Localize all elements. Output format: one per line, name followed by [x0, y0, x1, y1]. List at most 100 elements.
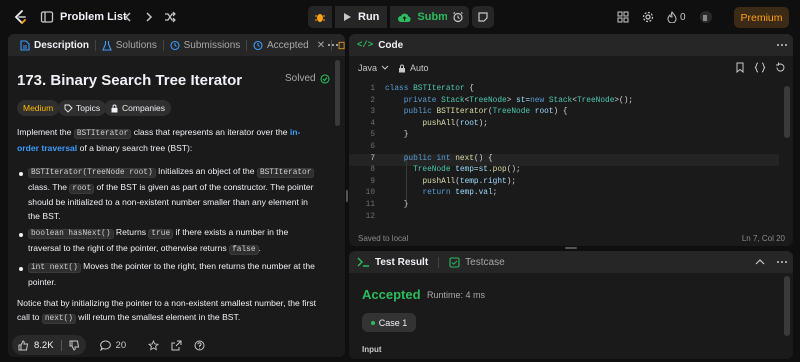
language-label: Java: [358, 63, 378, 73]
line-number: 4: [370, 119, 375, 128]
bullet-dot: [19, 233, 23, 237]
chevron-down-icon: [381, 65, 389, 70]
horizontal-resize-handle[interactable]: [565, 247, 577, 249]
case-1-button[interactable]: Case 1: [362, 313, 416, 332]
input-label: Input: [362, 345, 382, 354]
vertical-resize-handle[interactable]: [346, 190, 348, 202]
more-options-icon[interactable]: [327, 40, 339, 50]
history-icon: [253, 40, 263, 50]
avatar[interactable]: [700, 11, 712, 23]
code-brackets-icon: </>: [357, 40, 374, 50]
layout-grid-icon[interactable]: [617, 11, 629, 23]
close-icon[interactable]: ✕: [317, 40, 325, 51]
companies-label: Companies: [122, 103, 165, 113]
inline-code: int next(): [28, 263, 81, 273]
difficulty-label: Medium: [23, 103, 54, 113]
code-header-label: Code: [378, 39, 404, 51]
chevron-left-icon[interactable]: [121, 10, 135, 24]
line-number: 2: [370, 96, 375, 105]
fire-streak-icon[interactable]: [667, 11, 677, 23]
tab-solutions[interactable]: Solutions: [96, 34, 163, 56]
text: class. The: [28, 181, 70, 192]
result-panel: Test Result Testcase Input: [349, 251, 793, 359]
notes-button[interactable]: [472, 6, 494, 28]
star-icon[interactable]: [148, 339, 160, 351]
comment-count: 20: [115, 339, 127, 351]
streak-count: 0: [680, 12, 686, 23]
text: Initializes an object of the: [155, 166, 257, 176]
line-number: 12: [365, 212, 375, 221]
description-scrollbar[interactable]: [335, 60, 340, 126]
leetcode-logo-icon[interactable]: [12, 9, 28, 25]
tab-description[interactable]: Description: [14, 34, 95, 56]
lock-icon: [399, 64, 405, 72]
problem-intro: Implement the BSTIterator class that rep…: [17, 126, 313, 155]
line-number: 10: [365, 189, 375, 198]
tab-label: Test Result: [375, 256, 429, 268]
note-icon: [478, 12, 488, 22]
inline-code: next(): [41, 313, 76, 324]
bookmark-icon[interactable]: [735, 62, 745, 73]
history-icon: [170, 40, 180, 50]
tab-accepted[interactable]: Accepted ✕: [247, 34, 331, 56]
gear-icon[interactable]: [642, 11, 654, 23]
checkbox-icon: [449, 256, 460, 268]
problem-list-label[interactable]: Problem List: [60, 11, 127, 23]
premium-label: Premium: [740, 11, 783, 24]
shuffle-icon[interactable]: [163, 10, 177, 24]
tab-test-result[interactable]: Test Result: [357, 257, 428, 268]
thumbs-up-icon[interactable]: [18, 339, 29, 351]
more-options-icon[interactable]: [776, 257, 788, 267]
line-number: 6: [370, 143, 375, 151]
thumbs-down-icon[interactable]: [69, 340, 80, 351]
lock-icon: [111, 104, 118, 112]
tab-label: Submissions: [183, 39, 241, 51]
result-tab-bar: Test Result Testcase: [349, 251, 793, 273]
verdict-label: Accepted: [362, 287, 421, 302]
play-icon: [344, 13, 351, 21]
auto-mode-toggle[interactable]: Auto: [398, 63, 429, 73]
bullet-item-next: int next() Moves the pointer to the righ…: [28, 260, 316, 289]
code-scrollbar[interactable]: [784, 86, 790, 138]
code-editor[interactable]: 1 class BSTIterator { 2 private Stack<Tre…: [349, 84, 793, 224]
difficulty-badge[interactable]: Medium: [17, 100, 60, 116]
line-number: 1: [370, 85, 375, 93]
run-button[interactable]: Run: [335, 6, 388, 28]
reset-icon[interactable]: [775, 62, 786, 73]
chevron-up-icon[interactable]: [755, 258, 765, 266]
debug-button[interactable]: [308, 6, 332, 28]
comment-icon[interactable]: [99, 340, 112, 351]
help-circle-icon[interactable]: [194, 340, 205, 351]
result-scrollbar[interactable]: [784, 276, 790, 336]
solved-status: Solved: [285, 73, 330, 84]
premium-button[interactable]: Premium: [734, 7, 789, 28]
line-number: 5: [370, 131, 375, 140]
alarm-clock-icon: [453, 12, 463, 23]
cloud-upload-icon: [398, 13, 411, 22]
like-count: 8.2K: [34, 339, 54, 351]
case-label: Case 1: [378, 317, 408, 328]
tab-submissions[interactable]: Submissions: [164, 34, 247, 56]
bullet-dot: [19, 267, 23, 271]
save-status: Saved to local: [358, 234, 409, 243]
topics-chip[interactable]: Topics: [58, 100, 107, 116]
run-submit-group: Run Submit: [308, 6, 463, 28]
language-selector[interactable]: Java: [358, 63, 389, 73]
inline-code: boolean hasNext(): [28, 229, 114, 239]
auto-label: Auto: [410, 63, 429, 73]
companies-chip[interactable]: Companies: [104, 100, 171, 116]
tab-testcase[interactable]: Testcase: [449, 256, 505, 268]
timer-button[interactable]: [447, 6, 469, 28]
notice-paragraph: Notice that by initializing the pointer …: [17, 297, 322, 326]
divider: [60, 339, 62, 351]
bullet-dot: [19, 172, 23, 176]
share-icon[interactable]: [171, 340, 182, 351]
format-braces-icon[interactable]: [754, 62, 766, 73]
problem-list-icon[interactable]: [40, 10, 54, 24]
chevron-right-icon[interactable]: [142, 10, 156, 24]
tab-label: Description: [34, 39, 90, 51]
bullet-item-constructor: BSTIterator(TreeNode root) Initializes a…: [28, 165, 316, 223]
tab-label: Accepted: [267, 39, 309, 51]
more-options-icon[interactable]: [776, 40, 788, 50]
code-panel-header: </> Code: [349, 34, 793, 56]
